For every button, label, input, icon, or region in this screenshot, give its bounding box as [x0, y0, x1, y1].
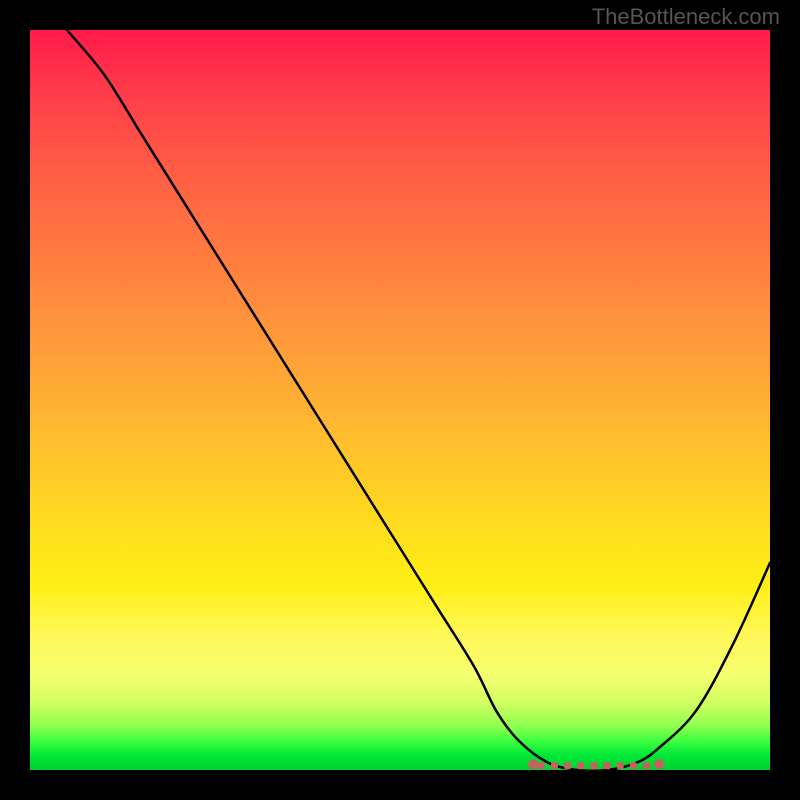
chart-plot-area: [30, 30, 770, 770]
bottleneck-curve: [30, 30, 770, 770]
watermark-text: TheBottleneck.com: [592, 4, 780, 30]
